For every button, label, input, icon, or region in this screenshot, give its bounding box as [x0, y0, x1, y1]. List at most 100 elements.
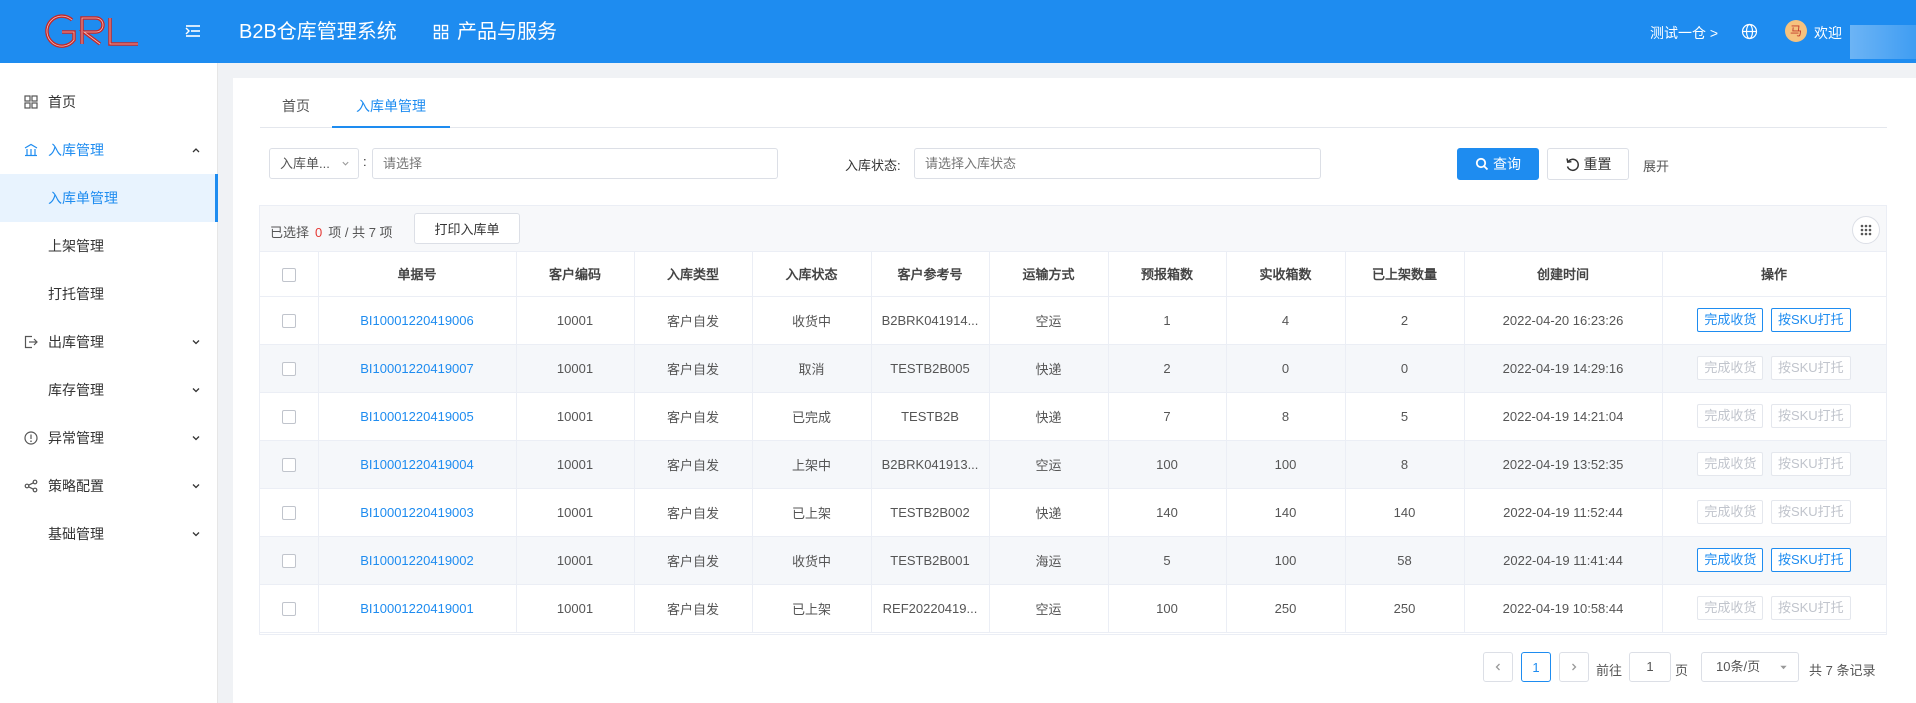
complete-receipt-button[interactable]: 完成收货	[1697, 452, 1764, 476]
sidebar-item-inbound[interactable]: 入库管理	[0, 126, 218, 174]
chevron-down-icon	[192, 388, 200, 393]
pallet-by-sku-button[interactable]: 按SKU打托	[1770, 548, 1851, 572]
products-services-menu[interactable]: 产品与服务	[433, 20, 557, 44]
tab-home[interactable]: 首页	[260, 92, 332, 128]
pallet-by-sku-button[interactable]: 按SKU打托	[1770, 500, 1851, 524]
refresh-icon	[1565, 157, 1579, 171]
order-number-link[interactable]: BI10001220419004	[318, 440, 517, 489]
language-globe-icon[interactable]	[1741, 23, 1758, 40]
table-cell: 快递	[989, 344, 1109, 393]
table-cell: 140	[1108, 488, 1227, 537]
table-cell: 2	[1345, 296, 1465, 345]
expand-filters-link[interactable]: 展开	[1643, 156, 1669, 175]
sidebar-item-basic[interactable]: 基础管理	[0, 510, 218, 558]
menu-fold-icon[interactable]	[182, 20, 204, 42]
table-cell: 2022-04-19 14:29:16	[1464, 344, 1663, 393]
order-number-link[interactable]: BI10001220419007	[318, 344, 517, 393]
row-checkbox[interactable]	[281, 601, 296, 616]
prev-page-button[interactable]	[1483, 652, 1513, 682]
complete-receipt-button[interactable]: 完成收货	[1697, 500, 1764, 524]
table-row: BI10001220419005 10001 客户自发 已完成 TESTB2B 快递 7 8 5…	[260, 392, 1887, 441]
complete-receipt-button[interactable]: 完成收货	[1697, 356, 1764, 380]
row-checkbox[interactable]	[281, 457, 296, 472]
chevron-down-icon	[192, 436, 200, 441]
order-number-link[interactable]: BI10001220419001	[318, 584, 517, 633]
row-checkbox[interactable]	[281, 553, 296, 568]
search-value-input[interactable]	[372, 148, 778, 179]
select-all-checkbox[interactable]	[281, 267, 296, 282]
page-size-select[interactable]: 10条/页	[1701, 652, 1799, 682]
page-number-1[interactable]: 1	[1521, 652, 1551, 682]
order-number-link[interactable]: BI10001220419003	[318, 488, 517, 537]
pallet-by-sku-button[interactable]: 按SKU打托	[1770, 356, 1851, 380]
order-number-link[interactable]: BI10001220419006	[318, 296, 517, 345]
pallet-by-sku-button[interactable]: 按SKU打托	[1770, 404, 1851, 428]
query-label: 查询	[1493, 156, 1521, 172]
next-page-button[interactable]	[1559, 652, 1589, 682]
grl-logo[interactable]	[38, 12, 142, 50]
complete-receipt-button[interactable]: 完成收货	[1697, 596, 1764, 620]
column-settings-button[interactable]	[1852, 216, 1880, 244]
dots-grid-icon	[1860, 224, 1872, 236]
column-header: 客户编码	[516, 252, 635, 297]
sidebar-item-label: 入库单管理	[48, 190, 118, 206]
order-number-link[interactable]: BI10001220419005	[318, 392, 517, 441]
complete-receipt-button[interactable]: 完成收货	[1697, 404, 1764, 428]
row-actions: 完成收货 按SKU打托	[1662, 584, 1887, 633]
pallet-by-sku-button[interactable]: 按SKU打托	[1770, 308, 1851, 332]
complete-receipt-button[interactable]: 完成收货	[1697, 548, 1764, 572]
column-header: 入库类型	[634, 252, 753, 297]
row-select-cell	[260, 440, 319, 489]
table-cell: 0	[1226, 344, 1346, 393]
warehouse-switcher[interactable]: 测试一仓 >	[1650, 23, 1718, 43]
table-toolbar: 已选择 0 项 / 共 7 项 打印入库单	[260, 206, 1886, 252]
table-cell: 2022-04-19 14:21:04	[1464, 392, 1663, 441]
sidebar-item-strategy[interactable]: 策略配置	[0, 462, 218, 510]
goto-page-input[interactable]: 1	[1629, 652, 1671, 682]
table-cell: 2022-04-19 10:58:44	[1464, 584, 1663, 633]
table-row: BI10001220419004 10001 客户自发 上架中 B2BRK041913.…	[260, 440, 1887, 489]
goto-suffix: 页	[1675, 663, 1689, 678]
table-cell: 2022-04-19 11:41:44	[1464, 536, 1663, 585]
table-cell: 2	[1108, 344, 1227, 393]
row-checkbox[interactable]	[281, 361, 296, 376]
sidebar-item-inbound-orders[interactable]: 入库单管理	[0, 174, 218, 222]
sidebar-item-home[interactable]: 首页	[0, 78, 218, 126]
pallet-by-sku-button[interactable]: 按SKU打托	[1770, 596, 1851, 620]
user-avatar[interactable]: 马	[1785, 20, 1807, 42]
row-actions: 完成收货 按SKU打托	[1662, 488, 1887, 537]
row-actions: 完成收货 按SKU打托	[1662, 296, 1887, 345]
inbound-status-select[interactable]	[914, 148, 1321, 179]
row-actions: 完成收货 按SKU打托	[1662, 440, 1887, 489]
table-cell: 已完成	[752, 392, 872, 441]
order-number-link[interactable]: BI10001220419002	[318, 536, 517, 585]
table-cell: 上架中	[752, 440, 872, 489]
pallet-by-sku-button[interactable]: 按SKU打托	[1770, 452, 1851, 476]
welcome-text[interactable]: 欢迎	[1814, 23, 1842, 43]
sidebar-item-inventory[interactable]: 库存管理	[0, 366, 218, 414]
sidebar-item-label: 打托管理	[48, 286, 104, 302]
share-icon	[24, 479, 38, 493]
sidebar-item-putaway[interactable]: 上架管理	[0, 222, 218, 270]
table-body: BI10001220419006 10001 客户自发 收货中 B2BRK041914.…	[260, 296, 1887, 633]
column-header: 实收箱数	[1226, 252, 1346, 297]
table-cell: 客户自发	[634, 344, 753, 393]
search-field-select[interactable]: 入库单...	[269, 148, 359, 179]
row-checkbox[interactable]	[281, 505, 296, 520]
blurred-username	[1850, 25, 1916, 59]
sidebar-item-palletizing[interactable]: 打托管理	[0, 270, 218, 318]
sidebar-item-outbound[interactable]: 出库管理	[0, 318, 218, 366]
query-button[interactable]: 查询	[1457, 148, 1539, 180]
warehouse-icon	[24, 143, 38, 157]
reset-label: 重置	[1583, 156, 1612, 172]
table-cell: 10001	[516, 296, 635, 345]
row-checkbox[interactable]	[281, 409, 296, 424]
row-actions: 完成收货 按SKU打托	[1662, 392, 1887, 441]
reset-button[interactable]: 重置	[1547, 148, 1629, 180]
tab-inbound-orders[interactable]: 入库单管理	[332, 92, 450, 128]
print-inbound-button[interactable]: 打印入库单	[414, 213, 520, 244]
complete-receipt-button[interactable]: 完成收货	[1697, 308, 1764, 332]
sidebar-item-exceptions[interactable]: 异常管理	[0, 414, 218, 462]
table-cell: 250	[1226, 584, 1346, 633]
row-checkbox[interactable]	[281, 313, 296, 328]
